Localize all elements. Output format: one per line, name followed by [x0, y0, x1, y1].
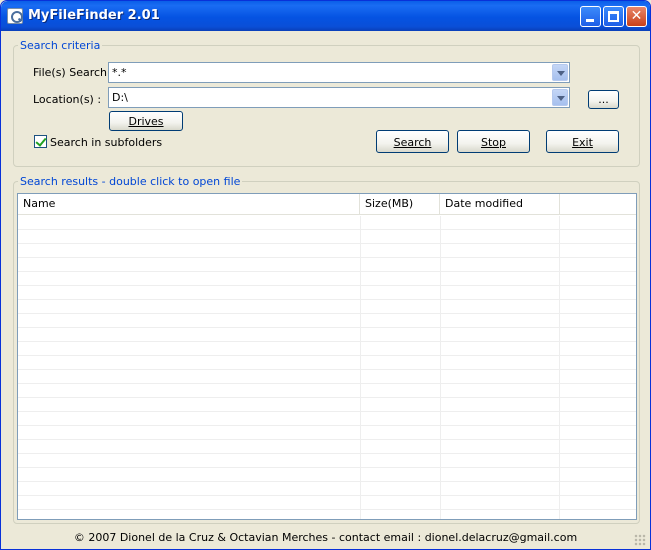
search-button[interactable]: Search	[376, 130, 449, 153]
results-list[interactable]: Name Size(MB) Date modified	[17, 193, 637, 520]
maximize-icon	[608, 11, 619, 22]
close-button[interactable]: ✕	[626, 6, 647, 27]
status-bar: © 2007 Dionel de la Cruz & Octavian Merc…	[73, 531, 578, 544]
stop-button[interactable]: Stop	[457, 130, 530, 153]
minimize-icon	[586, 19, 594, 22]
results-list-header: Name Size(MB) Date modified	[18, 194, 636, 215]
main-window: MyFileFinder 2.01 ✕ Search criteria File…	[0, 0, 651, 550]
subfolders-label[interactable]: Search in subfolders	[50, 136, 162, 149]
column-divider	[559, 216, 560, 519]
drives-button[interactable]: Drives	[109, 111, 183, 131]
search-criteria-label: Search criteria	[18, 39, 103, 52]
title-bar[interactable]: MyFileFinder 2.01 ✕	[1, 1, 650, 31]
search-results-label: Search results - double click to open fi…	[18, 175, 243, 188]
chevron-down-icon[interactable]	[552, 89, 568, 106]
exit-button[interactable]: Exit	[546, 130, 619, 153]
file-search-combo[interactable]: *.*	[108, 62, 570, 83]
window-title: MyFileFinder 2.01	[28, 8, 160, 23]
minimize-button[interactable]	[580, 6, 601, 27]
results-rows[interactable]	[18, 216, 636, 519]
resize-grip-icon[interactable]	[634, 534, 646, 546]
magnifier-app-icon[interactable]	[7, 8, 23, 24]
column-header-date[interactable]: Date modified	[440, 194, 560, 215]
drives-button-label: Drives	[128, 115, 164, 128]
location-label: Location(s) :	[33, 93, 102, 106]
column-divider	[440, 216, 441, 519]
location-value: D:\	[112, 91, 128, 104]
file-search-label: File(s) Search:	[33, 66, 111, 79]
location-combo[interactable]: D:\	[108, 87, 570, 108]
column-divider	[360, 216, 361, 519]
file-search-value: *.*	[112, 66, 127, 79]
stop-button-label: Stop	[480, 136, 506, 149]
exit-button-label: Exit	[572, 136, 593, 149]
search-button-label: Search	[393, 136, 432, 149]
column-header-name[interactable]: Name	[18, 194, 360, 215]
chevron-down-icon[interactable]	[552, 64, 568, 81]
browse-button[interactable]: ...	[588, 90, 619, 109]
maximize-button[interactable]	[603, 6, 624, 27]
column-header-size[interactable]: Size(MB)	[360, 194, 440, 215]
close-icon: ✕	[630, 8, 643, 24]
subfolders-checkbox[interactable]	[34, 135, 47, 148]
